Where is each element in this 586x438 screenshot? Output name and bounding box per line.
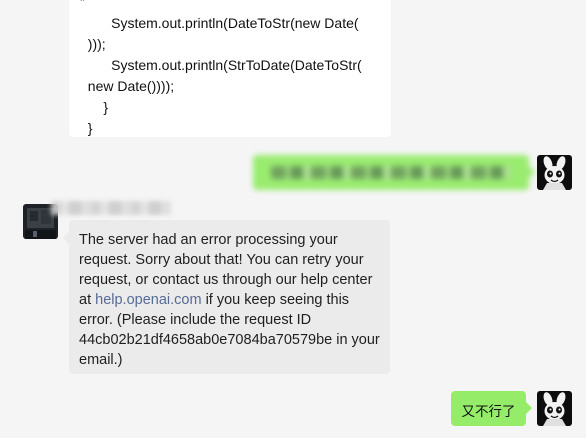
outgoing-reply-message[interactable]: 又不行了 xyxy=(451,391,532,426)
incoming-error-message[interactable]: The server had an error processing your … xyxy=(63,220,390,374)
help-link[interactable]: help.openai.com xyxy=(95,292,201,308)
code-message-bubble[interactable]: ” System.out.println(DateToStr(new Date(… xyxy=(69,0,391,137)
redacted-text xyxy=(271,166,511,179)
contact-name-redacted xyxy=(51,201,171,215)
panda-avatar-icon[interactable] xyxy=(537,391,572,426)
reply-text: 又不行了 xyxy=(461,404,516,420)
outgoing-message-blurred[interactable] xyxy=(253,155,535,190)
panda-avatar-icon[interactable] xyxy=(537,155,572,190)
error-message-text: The server had an error processing your … xyxy=(79,230,383,370)
code-snippet-text: ” System.out.println(DateToStr(new Date(… xyxy=(80,0,362,136)
